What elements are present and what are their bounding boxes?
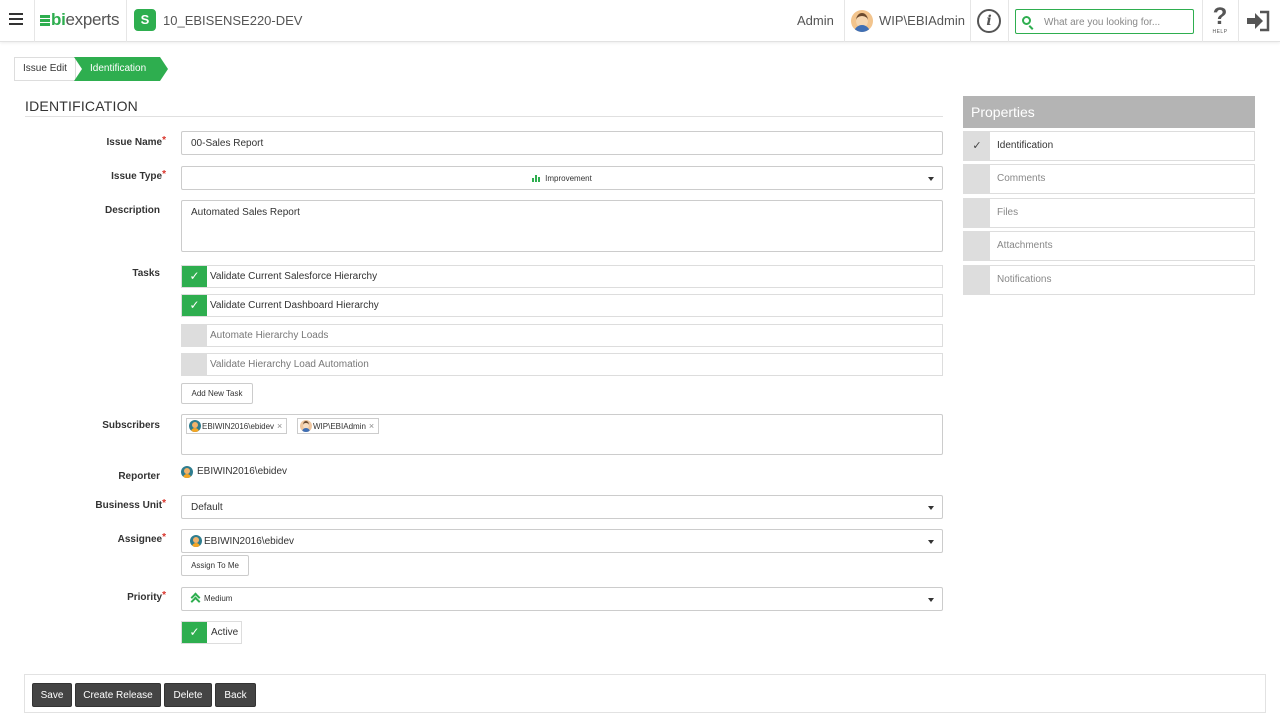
tasks-label: Tasks [132, 268, 160, 279]
reporter-label: Reporter [118, 471, 160, 482]
reporter-value: EBIWIN2016\ebidev [181, 465, 287, 479]
priority-chevron-icon [191, 593, 200, 602]
issue-name-input[interactable]: 00-Sales Report [181, 131, 943, 155]
logo-bars-icon [40, 15, 50, 26]
divider [970, 0, 971, 42]
subscriber-chip: EBIWIN2016\ebidev × [186, 418, 288, 434]
properties-item-label: Notifications [997, 274, 1052, 285]
task-text: Validate Hierarchy Load Automation [210, 359, 369, 370]
properties-item-files[interactable]: Files [963, 198, 1255, 228]
action-bar: Save Create Release Delete Back [24, 674, 1266, 713]
unchecked-box [964, 266, 990, 294]
dropdown-caret-icon [928, 506, 934, 510]
business-unit-select[interactable]: Default [181, 495, 943, 519]
assignee-select[interactable]: EBIWIN2016\ebidev [181, 529, 943, 553]
biexperts-logo[interactable]: biexperts [40, 10, 119, 30]
properties-item-label: Files [997, 207, 1019, 218]
remove-chip-icon[interactable]: × [277, 421, 282, 431]
divider [1202, 0, 1203, 42]
user-avatar-icon[interactable] [851, 10, 873, 32]
issue-type-select[interactable]: Improvement [181, 166, 943, 190]
question-mark-icon: ? [1212, 3, 1228, 30]
properties-item-label: Identification [997, 140, 1054, 151]
improvement-icon [532, 173, 542, 182]
properties-item-comments[interactable]: Comments [963, 164, 1255, 194]
properties-item-identification[interactable]: ✓ Identification [963, 131, 1255, 161]
divider [1238, 0, 1239, 42]
delete-button[interactable]: Delete [164, 683, 212, 707]
dropdown-caret-icon [928, 598, 934, 602]
divider [1008, 0, 1009, 42]
properties-item-label: Comments [997, 173, 1046, 184]
app-s-icon[interactable]: S [134, 9, 156, 31]
task-checkbox[interactable] [182, 354, 207, 375]
task-item[interactable]: Automate Hierarchy Loads [181, 324, 943, 347]
breadcrumb-issue-edit[interactable]: Issue Edit [14, 57, 76, 81]
user-avatar-icon [300, 420, 312, 432]
issue-name-label: Issue Name* [106, 135, 167, 148]
subscribers-input[interactable]: EBIWIN2016\ebidev × WIP\EBIAdmin × [181, 414, 943, 455]
active-label: Active [211, 627, 239, 638]
unchecked-box [964, 165, 990, 193]
check-icon: ✓ [964, 132, 990, 160]
admin-link[interactable]: Admin [797, 13, 834, 28]
properties-item-attachments[interactable]: Attachments [963, 231, 1255, 261]
help-label: HELP [1212, 29, 1228, 35]
issue-type-value: Improvement [182, 173, 942, 183]
task-checkbox[interactable]: ✓ [182, 295, 207, 316]
task-text: Validate Current Dashboard Hierarchy [210, 300, 379, 311]
search-input[interactable] [1044, 14, 1189, 30]
user-avatar-icon [189, 420, 201, 432]
divider [126, 0, 127, 42]
description-label: Description [104, 205, 160, 216]
hamburger-menu-icon[interactable] [9, 13, 23, 25]
add-new-task-button[interactable]: Add New Task [181, 383, 253, 404]
remove-chip-icon[interactable]: × [369, 421, 374, 431]
title-divider [25, 116, 943, 117]
task-item[interactable]: ✓ Validate Current Salesforce Hierarchy [181, 265, 943, 288]
priority-label: Priority* [127, 590, 166, 603]
user-name[interactable]: WIP\EBIAdmin [879, 13, 965, 28]
subscriber-chip: WIP\EBIAdmin × [297, 418, 380, 434]
info-icon[interactable]: i [977, 9, 1001, 33]
breadcrumb-identification[interactable]: Identification [74, 57, 168, 81]
assign-to-me-button[interactable]: Assign To Me [181, 555, 249, 576]
top-bar: biexperts S 10_EBISENSE220-DEV Admin WIP… [0, 0, 1280, 42]
page-title: IDENTIFICATION [25, 98, 138, 114]
assignee-label: Assignee* [117, 532, 166, 545]
task-item[interactable]: ✓ Validate Current Dashboard Hierarchy [181, 294, 943, 317]
user-avatar-icon [190, 535, 202, 547]
unchecked-box [964, 232, 990, 260]
divider [34, 0, 35, 42]
active-checkbox[interactable]: ✓ Active [181, 621, 242, 644]
priority-select[interactable]: Medium [181, 587, 943, 611]
search-box[interactable] [1015, 9, 1194, 34]
business-unit-label: Business Unit* [95, 498, 166, 511]
back-button[interactable]: Back [215, 683, 256, 707]
divider [844, 0, 845, 42]
task-checkbox[interactable]: ✓ [182, 266, 207, 287]
properties-header: Properties [963, 96, 1255, 128]
task-text: Automate Hierarchy Loads [210, 330, 329, 341]
task-item[interactable]: Validate Hierarchy Load Automation [181, 353, 943, 376]
save-button[interactable]: Save [32, 683, 72, 707]
unchecked-box [964, 199, 990, 227]
properties-item-notifications[interactable]: Notifications [963, 265, 1255, 295]
description-textarea[interactable]: Automated Sales Report [181, 200, 943, 252]
issue-type-label: Issue Type* [111, 169, 166, 182]
check-icon: ✓ [182, 622, 207, 643]
properties-item-label: Attachments [997, 240, 1053, 251]
logout-icon[interactable] [1244, 8, 1272, 34]
task-checkbox[interactable] [182, 325, 207, 346]
create-release-button[interactable]: Create Release [75, 683, 161, 707]
user-avatar-icon [181, 466, 193, 478]
task-text: Validate Current Salesforce Hierarchy [210, 271, 378, 282]
app-name[interactable]: 10_EBISENSE220-DEV [163, 13, 302, 28]
dropdown-caret-icon [928, 540, 934, 544]
search-icon [1022, 16, 1031, 25]
dropdown-caret-icon [928, 177, 934, 181]
help-icon[interactable]: ? HELP [1209, 4, 1231, 38]
subscribers-label: Subscribers [102, 420, 160, 431]
